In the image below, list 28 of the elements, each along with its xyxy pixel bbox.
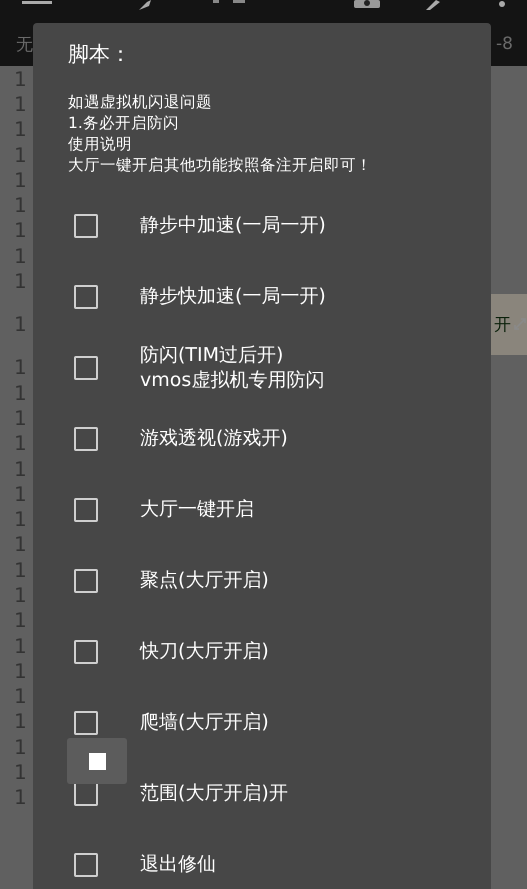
option-label[interactable]: 快刀(大厅开启)	[140, 639, 269, 664]
option-label[interactable]: 防闪(TIM过后开) vmos虚拟机专用防闪	[140, 342, 324, 392]
checkbox[interactable]	[74, 426, 98, 450]
checkbox[interactable]	[74, 568, 98, 592]
dialog-title: 脚本：	[68, 41, 132, 68]
option-label[interactable]: 爬墙(大厅开启)	[140, 710, 269, 735]
encoding-label: -8	[496, 34, 513, 54]
checkbox[interactable]	[74, 640, 98, 664]
checkbox[interactable]	[74, 710, 98, 734]
option-label[interactable]: 范围(大厅开启)开	[140, 781, 288, 806]
camera-icon[interactable]	[354, 0, 380, 8]
stop-icon	[88, 752, 106, 770]
checkbox[interactable]	[74, 356, 98, 380]
floating-button[interactable]	[67, 738, 127, 784]
option-label[interactable]: 游戏透视(游戏开)	[140, 426, 288, 451]
option-label[interactable]: 聚点(大厅开启)	[140, 568, 269, 593]
checkbox[interactable]	[74, 214, 98, 238]
option-label[interactable]: 静步中加速(一局一开)	[140, 213, 326, 238]
option-label[interactable]: 大厅一键开启	[140, 497, 254, 522]
menu-icon[interactable]	[22, 0, 52, 6]
option-label[interactable]: 退出修仙	[140, 852, 216, 877]
dialog-message: 如遇虚拟机闪退问题 1.务必开启防闪 使用说明 大厅一键开启其他功能按照备注开启即可！	[68, 92, 373, 176]
checkbox[interactable]	[74, 852, 98, 876]
checkbox[interactable]	[74, 284, 98, 308]
option-label[interactable]: 静步快加速(一局一开)	[140, 284, 326, 309]
checkbox[interactable]	[74, 498, 98, 522]
line-text: 开	[494, 314, 511, 336]
more-icon[interactable]	[498, 0, 505, 8]
